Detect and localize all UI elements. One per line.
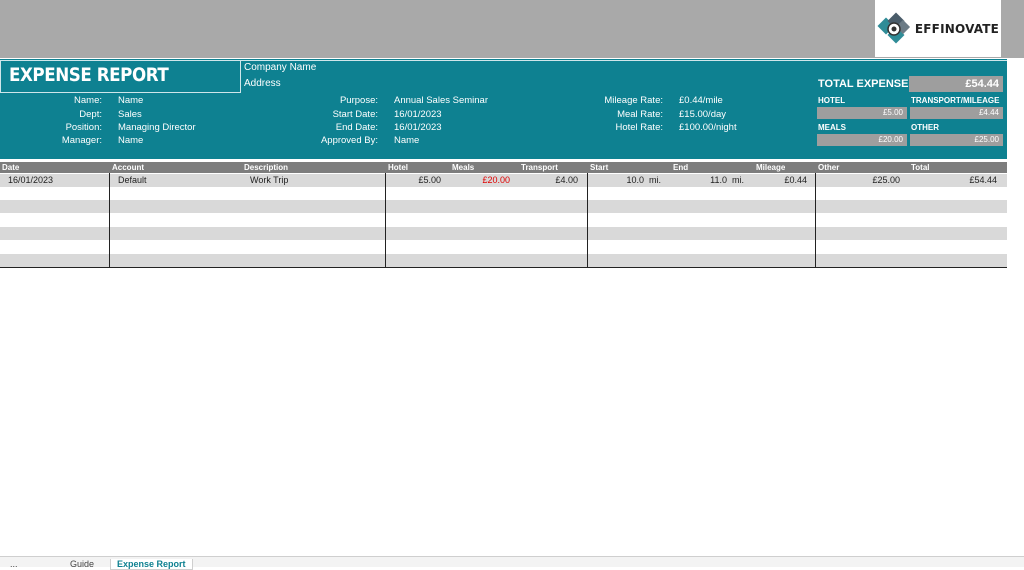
table-bottom-border [0,267,1007,268]
total-expenses-label: TOTAL EXPENSES [818,78,916,90]
approved-by-value[interactable]: Name [394,135,419,146]
approved-by-label: Approved By: [320,135,378,146]
other-total-value[interactable]: £25.00 [910,134,1003,146]
manager-label: Manager: [61,135,102,146]
hotel-rate-label: Hotel Rate: [615,122,663,133]
column-divider [815,173,816,267]
transport-total-value[interactable]: £4.44 [910,107,1003,119]
logo-text: EFFINOVATE [914,21,1000,36]
end-date-value[interactable]: 16/01/2023 [394,122,442,133]
name-value[interactable]: Name [118,95,143,106]
table-row[interactable] [0,227,1007,240]
row-date[interactable]: 16/01/2023 [8,174,53,187]
column-divider [385,173,386,267]
row-transport[interactable]: £4.00 [520,174,578,187]
sheet-tab-guide[interactable]: Guide [70,559,94,569]
logo: EFFINOVATE [875,0,1001,57]
col-mileage[interactable]: Mileage [756,162,785,173]
row-mileage[interactable]: £0.44 [755,174,807,187]
row-meals[interactable]: £20.00 [450,174,510,187]
table-row[interactable] [0,187,1007,200]
transport-total-label: TRANSPORT/MILEAGE [911,96,1000,105]
column-divider [109,173,110,267]
row-end[interactable]: 11.0 [672,174,727,187]
sheet-tab-prev[interactable]: ... [10,559,18,569]
total-expenses-value[interactable]: £54.44 [909,76,1003,92]
purpose-value[interactable]: Annual Sales Seminar [394,95,488,106]
table-row[interactable]: 16/01/2023 Default Work Trip £5.00 £20.0… [0,174,1007,187]
start-date-value[interactable]: 16/01/2023 [394,109,442,120]
company-address[interactable]: Address [244,78,281,89]
col-description[interactable]: Description [244,162,288,173]
position-value[interactable]: Managing Director [118,122,196,133]
meal-rate-value[interactable]: £15.00/day [679,109,726,120]
name-label: Name: [74,95,102,106]
row-end-unit: mi. [732,175,744,185]
col-transport[interactable]: Transport [521,162,558,173]
hotel-total-label: HOTEL [818,96,846,105]
table-row[interactable] [0,213,1007,226]
col-total[interactable]: Total [911,162,930,173]
col-date[interactable]: Date [2,162,19,173]
row-hotel[interactable]: £5.00 [386,174,441,187]
manager-value[interactable]: Name [118,135,143,146]
table-row[interactable] [0,200,1007,213]
row-start-unit: mi. [649,175,661,185]
position-label: Position: [65,122,102,133]
sheet-tab-expense-report[interactable]: Expense Report [110,559,193,570]
purpose-label: Purpose: [339,95,378,106]
row-start[interactable]: 10.0 [588,174,644,187]
col-meals[interactable]: Meals [452,162,474,173]
sheet-tab-bar: ... Guide Expense Report [0,556,1024,570]
col-other[interactable]: Other [818,162,839,173]
col-end[interactable]: End [673,162,688,173]
dept-label: Dept: [79,109,102,120]
row-description[interactable]: Work Trip [250,174,288,187]
col-start[interactable]: Start [590,162,608,173]
column-divider [587,173,588,267]
row-total[interactable]: £54.44 [910,174,997,187]
mileage-rate-label: Mileage Rate: [604,95,663,106]
hotel-rate-value[interactable]: £100.00/night [679,122,737,133]
puzzle-gear-logo-icon [877,12,910,43]
meal-rate-label: Meal Rate: [617,109,663,120]
row-account[interactable]: Default [118,174,147,187]
meals-total-label: MEALS [818,123,846,132]
row-other[interactable]: £25.00 [816,174,900,187]
report-title: EXPENSE REPORT [9,64,169,86]
col-account[interactable]: Account [112,162,144,173]
start-date-label: Start Date: [332,109,378,120]
table-row[interactable] [0,254,1007,267]
end-date-label: End Date: [335,122,378,133]
other-total-label: OTHER [911,123,939,132]
hotel-total-value[interactable]: £5.00 [817,107,907,119]
company-name[interactable]: Company Name [244,62,316,73]
table-row[interactable] [0,240,1007,253]
dept-value[interactable]: Sales [118,109,142,120]
top-header-area [0,0,1024,58]
mileage-rate-value[interactable]: £0.44/mile [679,95,723,106]
meals-total-value[interactable]: £20.00 [817,134,907,146]
table-header: Date Account Description Hotel Meals Tra… [0,162,1007,173]
col-hotel[interactable]: Hotel [388,162,408,173]
